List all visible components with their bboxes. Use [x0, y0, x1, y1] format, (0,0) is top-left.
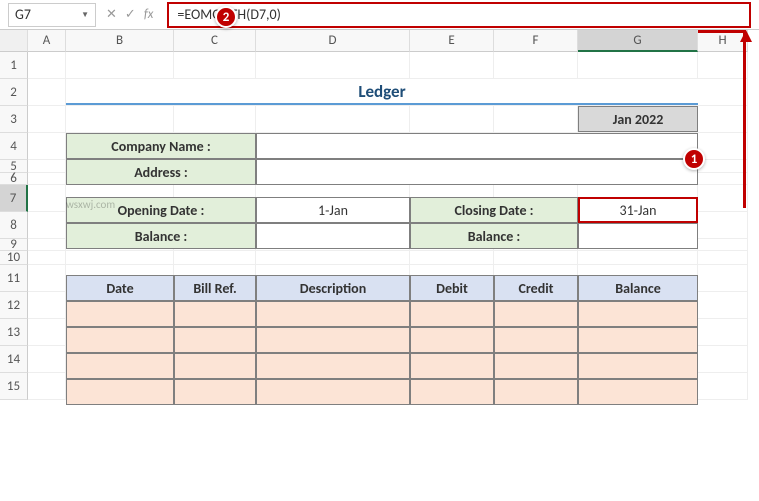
row-header-2[interactable]: 2 — [0, 79, 28, 106]
annotation-arrow — [698, 30, 746, 208]
table-cell[interactable] — [494, 379, 578, 405]
col-header-A[interactable]: A — [28, 30, 66, 52]
col-header-E[interactable]: E — [410, 30, 494, 52]
annotation-badge-1: 1 — [683, 148, 705, 170]
row-headers: 1 2 3 4 5 6 7 8 9 10 11 12 13 14 15 — [0, 52, 28, 400]
table-cell[interactable] — [174, 327, 256, 353]
th-desc: Description — [256, 275, 410, 301]
table-cell[interactable] — [578, 379, 698, 405]
balance-value-2[interactable] — [578, 223, 698, 249]
table-cell[interactable] — [256, 327, 410, 353]
table-cell[interactable] — [174, 379, 256, 405]
table-cell[interactable] — [174, 353, 256, 379]
arrow-head-icon — [740, 30, 752, 42]
closing-date-label: Closing Date : — [410, 197, 578, 223]
balance-value-1[interactable] — [256, 223, 410, 249]
table-cell[interactable] — [66, 301, 174, 327]
column-headers: A B C D E F G H — [0, 30, 759, 52]
table-cell[interactable] — [66, 353, 174, 379]
table-cell[interactable] — [256, 379, 410, 405]
name-box[interactable]: G7 ▼ — [8, 3, 96, 27]
table-cell[interactable] — [174, 301, 256, 327]
address-label: Address : — [66, 159, 256, 185]
company-value[interactable] — [256, 133, 698, 159]
cells-area[interactable]: Ledger Jan 2022 Company Name : Address :… — [28, 52, 759, 400]
closing-date-value[interactable]: 31-Jan — [578, 197, 698, 223]
th-date: Date — [66, 275, 174, 301]
row-header-6[interactable]: 6 — [0, 173, 28, 185]
formula-bar: G7 ▼ ✕ ✓ fx =EOMONTH(D7,0) — [0, 0, 759, 30]
th-debit: Debit — [410, 275, 494, 301]
row-header-11[interactable]: 11 — [0, 265, 28, 292]
th-bill: Bill Ref. — [174, 275, 256, 301]
formula-input[interactable]: =EOMONTH(D7,0) — [167, 2, 751, 28]
col-header-D[interactable]: D — [256, 30, 410, 52]
table-cell[interactable] — [410, 327, 494, 353]
name-box-value: G7 — [15, 6, 31, 23]
period-cell[interactable]: Jan 2022 — [578, 106, 698, 132]
grid: 1 2 3 4 5 6 7 8 9 10 11 12 13 14 15 Ledg… — [0, 52, 759, 400]
table-cell[interactable] — [578, 301, 698, 327]
table-cell[interactable] — [256, 301, 410, 327]
th-credit: Credit — [494, 275, 578, 301]
row-header-1[interactable]: 1 — [0, 52, 28, 79]
select-all-corner[interactable] — [0, 30, 28, 52]
watermark: wsxwj.com — [66, 198, 115, 211]
annotation-badge-2: 2 — [215, 6, 237, 28]
table-cell[interactable] — [410, 301, 494, 327]
table-cell[interactable] — [66, 379, 174, 405]
table-cell[interactable] — [66, 327, 174, 353]
chevron-down-icon[interactable]: ▼ — [81, 10, 89, 20]
col-header-B[interactable]: B — [66, 30, 174, 52]
table-cell[interactable] — [578, 327, 698, 353]
balance-label-1: Balance : — [66, 223, 256, 249]
col-header-F[interactable]: F — [494, 30, 578, 52]
table-cell[interactable] — [494, 301, 578, 327]
row-header-3[interactable]: 3 — [0, 106, 28, 133]
col-header-C[interactable]: C — [174, 30, 256, 52]
check-icon[interactable]: ✓ — [125, 7, 136, 22]
row-header-15[interactable]: 15 — [0, 373, 28, 400]
table-cell[interactable] — [256, 353, 410, 379]
th-balance: Balance — [578, 275, 698, 301]
ledger-title: Ledger — [66, 79, 698, 105]
fx-icon[interactable]: fx — [144, 7, 154, 22]
row-header-8[interactable]: 8 — [0, 212, 28, 239]
opening-date-value[interactable]: 1-Jan — [256, 197, 410, 223]
table-cell[interactable] — [410, 379, 494, 405]
table-cell[interactable] — [578, 353, 698, 379]
address-value[interactable] — [256, 159, 698, 185]
formula-buttons: ✕ ✓ fx — [96, 7, 163, 22]
table-cell[interactable] — [410, 353, 494, 379]
cancel-icon[interactable]: ✕ — [106, 7, 117, 22]
balance-label-2: Balance : — [410, 223, 578, 249]
table-cell[interactable] — [494, 353, 578, 379]
row-header-12[interactable]: 12 — [0, 292, 28, 319]
col-header-G[interactable]: G — [578, 30, 698, 52]
row-header-7[interactable]: 7 — [0, 185, 28, 212]
company-label: Company Name : — [66, 133, 256, 159]
table-cell[interactable] — [494, 327, 578, 353]
row-header-13[interactable]: 13 — [0, 319, 28, 346]
row-header-14[interactable]: 14 — [0, 346, 28, 373]
row-header-10[interactable]: 10 — [0, 251, 28, 265]
row-header-4[interactable]: 4 — [0, 133, 28, 160]
